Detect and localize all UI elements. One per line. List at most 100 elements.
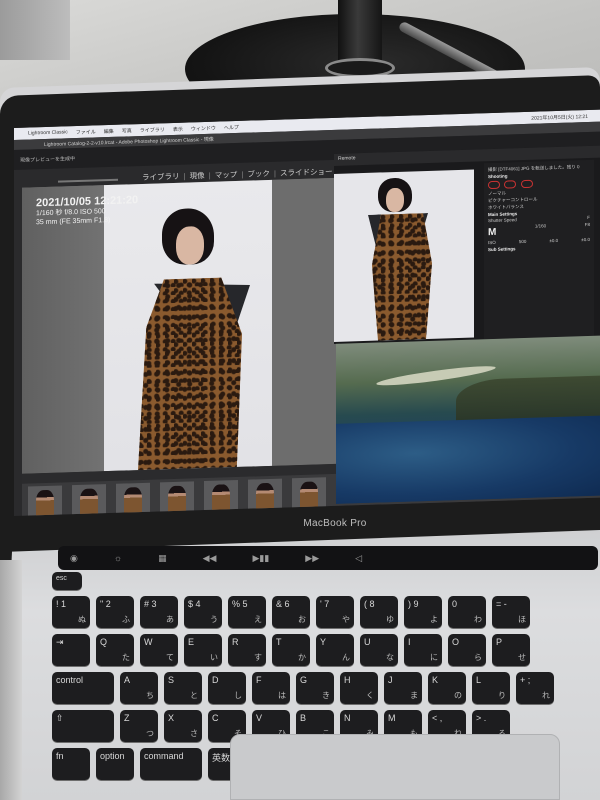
key-f[interactable]: Fは (252, 672, 290, 704)
key-y[interactable]: Yん (316, 634, 354, 666)
key-a-main: A (124, 675, 131, 685)
key-g[interactable]: Gき (296, 672, 334, 704)
key-l[interactable]: Lり (472, 672, 510, 704)
key-6-kana: お (298, 615, 306, 624)
fast-forward-icon[interactable]: ▶▶ (305, 553, 319, 564)
key-r[interactable]: Rす (228, 634, 266, 666)
key-z[interactable]: Zつ (120, 710, 158, 742)
key-esc[interactable]: esc (52, 572, 82, 590)
key-g-main: G (300, 675, 308, 685)
ev-value-2[interactable]: ±0.0 (581, 237, 590, 244)
key-6[interactable]: & 6 お (272, 596, 310, 628)
menubar-app[interactable]: Lightroom Classic (28, 129, 68, 136)
module-book[interactable]: ブック (247, 169, 270, 179)
menubar-clock[interactable]: 2021年10月5日(火) 12:21 (531, 112, 588, 121)
menu-item-library[interactable]: ライブラリ (140, 126, 165, 134)
key-p[interactable]: Pせ (492, 634, 530, 666)
key-i[interactable]: Iに (404, 634, 442, 666)
key-3-main: # 3 (144, 599, 157, 609)
menu-item-view[interactable]: 表示 (173, 125, 183, 132)
exposure-mode[interactable]: M (488, 225, 496, 240)
record-button[interactable] (488, 180, 500, 189)
mute-icon[interactable]: ◁ (355, 553, 362, 564)
filmstrip-thumb[interactable] (72, 484, 106, 517)
grid-icon[interactable]: ▦ (158, 553, 167, 564)
key-fn[interactable]: fn (52, 748, 90, 780)
key-7[interactable]: ' 7 や (316, 596, 354, 628)
filmstrip-thumb[interactable] (204, 479, 238, 515)
filmstrip-thumb[interactable] (292, 477, 326, 512)
menu-item-help[interactable]: ヘルプ (224, 123, 239, 130)
brand-label: MacBook Pro (303, 518, 367, 529)
progress-slider (58, 178, 118, 183)
module-library[interactable]: ライブラリ (142, 172, 180, 182)
menu-item-edit[interactable]: 編集 (104, 127, 114, 134)
key-w[interactable]: Wて (140, 634, 178, 666)
key-o[interactable]: Oら (448, 634, 486, 666)
key-c-main: C (212, 713, 219, 723)
af-button[interactable] (520, 179, 533, 188)
key-a[interactable]: Aち (120, 672, 158, 704)
key-j[interactable]: Jま (384, 672, 422, 704)
iso-value[interactable]: 500 (519, 239, 527, 246)
shutter-value[interactable]: 1/160 (535, 223, 546, 238)
key-h-kana: く (366, 691, 374, 700)
filmstrip-thumb[interactable] (28, 485, 62, 517)
module-develop[interactable]: 現像 (190, 171, 205, 180)
key-control[interactable]: control (52, 672, 114, 704)
key-semicolon[interactable]: + ; れ (516, 672, 554, 704)
key-shift[interactable]: ⇧ (52, 710, 114, 742)
key-2[interactable]: " 2 ふ (96, 596, 134, 628)
filmstrip-thumb[interactable] (116, 482, 150, 517)
module-map[interactable]: マップ (215, 170, 238, 180)
progress-label: 現像プレビューを生成中 (20, 155, 76, 164)
key-0[interactable]: 0わ (448, 596, 486, 628)
key-9[interactable]: ) 9 よ (404, 596, 442, 628)
trackpad[interactable] (230, 734, 560, 800)
menu-item-window[interactable]: ウィンドウ (191, 124, 216, 132)
camera-control-panel: 撮影 [DTF4061] JPG を転送しました。残り 0 Shooting ノ… (484, 159, 594, 340)
key-u[interactable]: Uな (360, 634, 398, 666)
camera-icon[interactable]: ◉ (70, 553, 78, 564)
key-5-kana: え (254, 615, 262, 624)
key-j-kana: ま (410, 691, 418, 700)
module-slideshow[interactable]: スライドショー (280, 167, 333, 178)
key-4[interactable]: $ 4 う (184, 596, 222, 628)
shutter-button[interactable] (504, 179, 517, 189)
filmstrip-thumb[interactable] (160, 481, 194, 516)
key-s[interactable]: Sと (164, 672, 202, 704)
key-x[interactable]: Xさ (164, 710, 202, 742)
key-k-main: K (432, 675, 439, 685)
key-d[interactable]: Dし (208, 672, 246, 704)
touch-bar[interactable]: ◉ ☼ ▦ ◀◀ ▶▮▮ ▶▶ ◁ (58, 546, 598, 570)
play-pause-icon[interactable]: ▶▮▮ (252, 553, 269, 564)
menu-item-photo[interactable]: 写真 (122, 127, 132, 134)
key-u-kana: な (386, 653, 394, 662)
rewind-icon[interactable]: ◀◀ (203, 553, 217, 564)
key-q[interactable]: Qた (96, 634, 134, 666)
key-option[interactable]: option (96, 748, 134, 780)
sun-icon[interactable]: ☼ (114, 553, 122, 563)
key-minus[interactable]: = - ほ (492, 596, 530, 628)
loupe-view[interactable]: 2021/10/05 12:21:20 1/160 秒 f/8.0 ISO 50… (22, 177, 340, 474)
key-e[interactable]: Eい (184, 634, 222, 666)
key-1[interactable]: ! 1 ぬ (52, 596, 90, 628)
key-5[interactable]: % 5 え (228, 596, 266, 628)
key-y-kana: ん (342, 653, 350, 662)
key-3[interactable]: # 3 あ (140, 596, 178, 628)
model-dress (138, 277, 242, 470)
ev-value[interactable]: ±0.0 (549, 238, 558, 245)
filmstrip-thumb[interactable] (248, 478, 282, 513)
tether-window: Remote 撮影 [DTF4061] JPG を転送しました。残り 0 Sho… (334, 145, 600, 344)
key-command-left[interactable]: command (140, 748, 202, 780)
key-o-main: O (452, 637, 460, 647)
key-h[interactable]: Hく (340, 672, 378, 704)
key-tab[interactable]: ⇥ (52, 634, 90, 666)
key-d-main: D (212, 675, 219, 685)
key-t[interactable]: Tか (272, 634, 310, 666)
aperture-value[interactable]: F8 (585, 222, 590, 237)
key-k[interactable]: Kの (428, 672, 466, 704)
menu-item-file[interactable]: ファイル (76, 128, 96, 136)
key-t-kana: か (298, 653, 306, 662)
key-8[interactable]: ( 8 ゆ (360, 596, 398, 628)
